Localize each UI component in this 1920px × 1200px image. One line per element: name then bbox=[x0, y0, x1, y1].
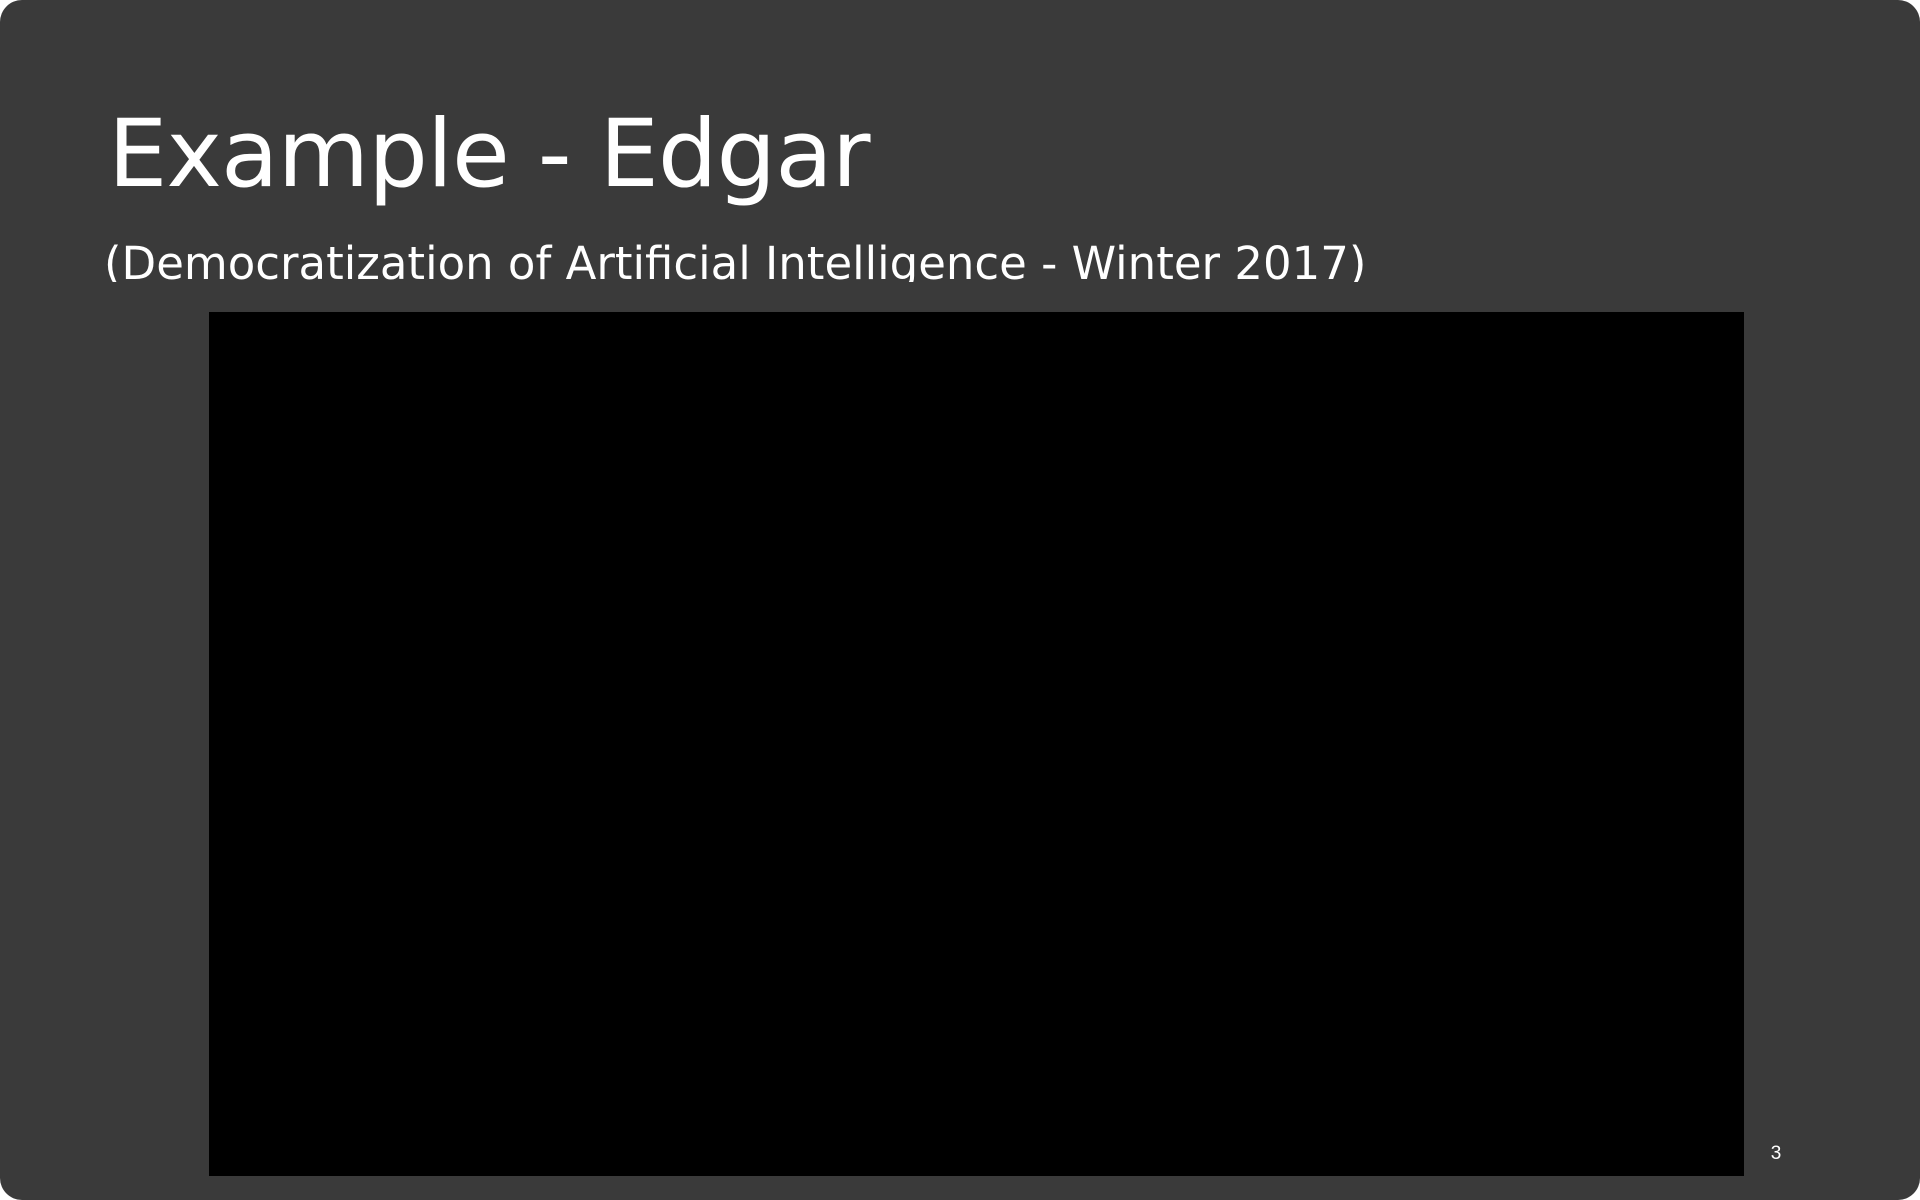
video-player[interactable] bbox=[209, 312, 1744, 1176]
presentation-slide: Example - Edgar (Democratization of Arti… bbox=[0, 0, 1920, 1200]
slide-number: 3 bbox=[1770, 1143, 1782, 1164]
slide-subtitle: (Democratization of Artificial Intellige… bbox=[104, 237, 1367, 282]
slide-title: Example - Edgar bbox=[108, 100, 870, 209]
